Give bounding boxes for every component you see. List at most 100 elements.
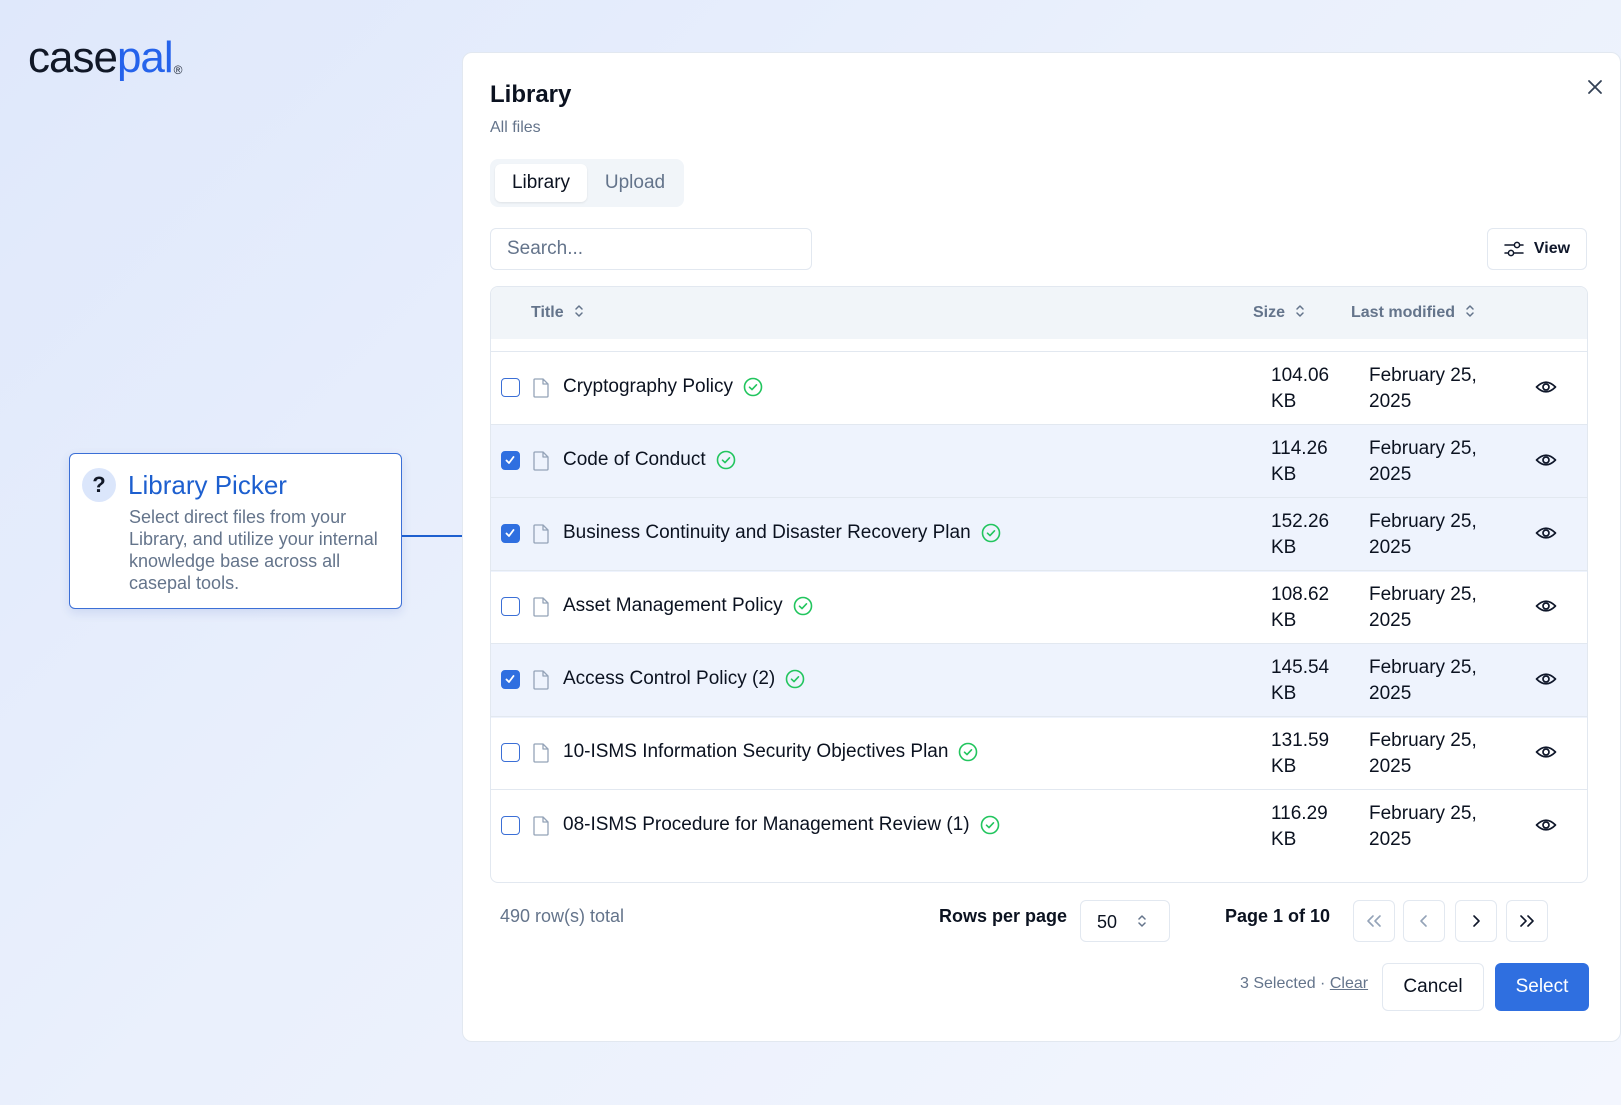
row-checkbox[interactable]: [501, 378, 520, 397]
file-title-text: Access Control Policy (2): [563, 668, 776, 689]
file-last-modified: February 25, 2025: [1369, 436, 1509, 488]
table-row[interactable]: Code of Conduct 114.26 KB February 25, 2025: [491, 424, 1587, 499]
file-size-unit: KB: [1271, 756, 1297, 777]
file-title: Business Continuity and Disaster Recover…: [563, 522, 1001, 544]
row-checkbox[interactable]: [501, 451, 520, 470]
eye-icon[interactable]: [1535, 741, 1557, 763]
file-last-modified: February 25, 2025: [1369, 728, 1509, 780]
eye-icon[interactable]: [1535, 814, 1557, 836]
cancel-button[interactable]: Cancel: [1382, 963, 1484, 1011]
rows-per-page-select[interactable]: 50: [1080, 900, 1170, 942]
file-size-unit: KB: [1271, 391, 1297, 412]
eye-icon[interactable]: [1535, 449, 1557, 471]
callout-description: Select direct files from your Library, a…: [129, 507, 378, 593]
eye-icon[interactable]: [1535, 376, 1557, 398]
eye-icon[interactable]: [1535, 668, 1557, 690]
sort-icon: [574, 305, 583, 318]
sort-icon: [1466, 305, 1474, 318]
selected-count: 3 Selected ·: [1240, 975, 1330, 992]
select-button[interactable]: Select: [1495, 963, 1589, 1011]
tab-library[interactable]: Library: [495, 164, 587, 202]
rows-per-page-value: 50: [1097, 912, 1118, 932]
file-title-text: 08-ISMS Procedure for Management Review …: [563, 814, 970, 835]
file-date-line2: 2025: [1369, 391, 1412, 412]
file-last-modified: February 25, 2025: [1369, 582, 1509, 634]
view-button[interactable]: View: [1487, 228, 1587, 270]
column-header-size[interactable]: Size: [1253, 287, 1305, 339]
chevrons-right-icon: [1520, 915, 1534, 927]
file-date-line1: February 25,: [1369, 365, 1477, 386]
file-date-line2: 2025: [1369, 537, 1412, 558]
column-header-last-modified[interactable]: Last modified: [1351, 287, 1475, 339]
file-date-line1: February 25,: [1369, 511, 1477, 532]
file-title-text: Asset Management Policy: [563, 595, 783, 616]
view-button-label: View: [1533, 240, 1571, 257]
search-input[interactable]: [490, 228, 812, 270]
file-size: 131.59 KB: [1271, 728, 1351, 780]
file-size-unit: KB: [1271, 464, 1297, 485]
file-size: 104.06 KB: [1271, 363, 1351, 415]
eye-icon[interactable]: [1535, 595, 1557, 617]
file-title: 08-ISMS Procedure for Management Review …: [563, 814, 1000, 836]
file-title: 10-ISMS Information Security Objectives …: [563, 741, 978, 763]
check-circle-icon: [980, 815, 1000, 835]
row-checkbox[interactable]: [501, 524, 520, 543]
check-circle-icon: [981, 523, 1001, 543]
check-icon: [505, 675, 515, 683]
file-size: 152.26 KB: [1271, 509, 1351, 561]
row-checkbox[interactable]: [501, 597, 520, 616]
file-title: Cryptography Policy: [563, 376, 763, 398]
selection-summary: 3 Selected · Clear: [1240, 975, 1368, 993]
file-size-value: 104.06: [1271, 365, 1330, 386]
file-title-text: 10-ISMS Information Security Objectives …: [563, 741, 949, 762]
column-header-title[interactable]: Title: [531, 287, 584, 339]
callout-title: Library Picker: [128, 470, 287, 500]
file-icon: [533, 378, 549, 398]
table-row[interactable]: Cryptography Policy 104.06 KB February 25, 2…: [491, 351, 1587, 426]
table-header: Title Size Last modified: [491, 287, 1587, 339]
file-size-unit: KB: [1271, 610, 1297, 631]
check-icon: [505, 456, 515, 464]
check-circle-icon: [793, 596, 813, 616]
page-info: Page 1 of 10: [1225, 906, 1331, 926]
file-size-value: 145.54: [1271, 657, 1330, 678]
first-page-button[interactable]: [1353, 900, 1395, 942]
file-size-unit: KB: [1271, 683, 1297, 704]
file-title-text: Code of Conduct: [563, 449, 706, 470]
file-last-modified: February 25, 2025: [1369, 655, 1509, 707]
dialog-subtitle: All files: [490, 119, 541, 136]
check-circle-icon: [785, 669, 805, 689]
tab-list: Library Upload: [490, 159, 684, 207]
row-checkbox[interactable]: [501, 743, 520, 762]
eye-icon[interactable]: [1535, 522, 1557, 544]
next-page-button[interactable]: [1455, 900, 1497, 942]
file-size-unit: KB: [1271, 537, 1297, 558]
file-date-line2: 2025: [1369, 683, 1412, 704]
previous-page-button[interactable]: [1403, 900, 1445, 942]
table-row[interactable]: Asset Management Policy 108.62 KB February …: [491, 570, 1587, 645]
casepal-logo: casepal®: [28, 36, 182, 80]
chevron-up-down-icon: [1138, 915, 1146, 927]
table-row[interactable]: 08-ISMS Procedure for Management Review …: [491, 789, 1587, 864]
chevron-left-icon: [1420, 915, 1427, 927]
library-dialog: Library All files Library Upload View Ti…: [462, 52, 1621, 1042]
file-last-modified: February 25, 2025: [1369, 801, 1509, 853]
column-last-modified-label: Last modified: [1351, 304, 1456, 321]
file-date-line2: 2025: [1369, 464, 1412, 485]
file-date-line1: February 25,: [1369, 438, 1477, 459]
clear-selection-link[interactable]: Clear: [1330, 975, 1368, 992]
file-size: 116.29 KB: [1271, 801, 1351, 853]
file-title: Access Control Policy (2): [563, 668, 805, 690]
tab-upload[interactable]: Upload: [590, 164, 680, 202]
file-size: 108.62 KB: [1271, 582, 1351, 634]
last-page-button[interactable]: [1506, 900, 1548, 942]
file-size-value: 116.29: [1271, 803, 1328, 824]
close-button[interactable]: [1581, 73, 1609, 101]
file-icon: [533, 743, 549, 763]
row-checkbox[interactable]: [501, 816, 520, 835]
table-row[interactable]: Business Continuity and Disaster Recover…: [491, 497, 1587, 572]
file-size-unit: KB: [1271, 829, 1297, 850]
row-checkbox[interactable]: [501, 670, 520, 689]
table-row[interactable]: 10-ISMS Information Security Objectives …: [491, 716, 1587, 791]
table-row[interactable]: Access Control Policy (2) 145.54 KB Februar…: [491, 643, 1587, 718]
